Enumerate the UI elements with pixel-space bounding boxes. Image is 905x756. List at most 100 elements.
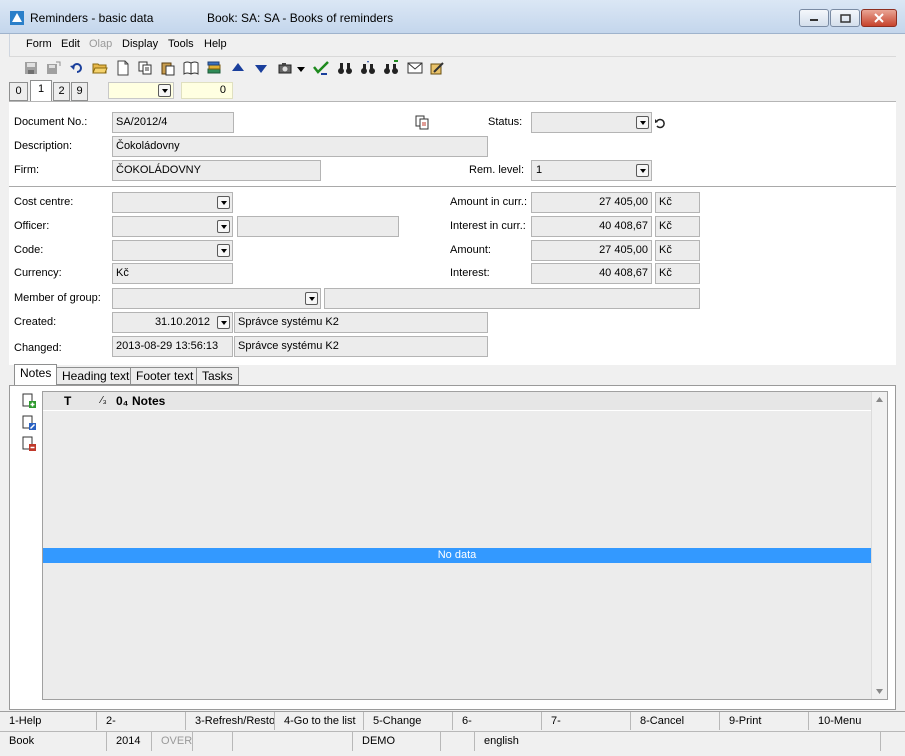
notes-edit-icon[interactable] bbox=[429, 60, 445, 76]
email-icon[interactable] bbox=[407, 60, 423, 76]
status-cell-9 bbox=[881, 732, 905, 751]
column-notes-header[interactable]: Notes bbox=[132, 394, 165, 408]
member-of-group-select[interactable] bbox=[112, 288, 321, 309]
officer-name-field[interactable] bbox=[237, 216, 399, 237]
history-icon[interactable] bbox=[654, 117, 666, 129]
currency-field[interactable]: Kč bbox=[112, 263, 233, 284]
save-as-icon[interactable] bbox=[45, 60, 61, 76]
scroll-down-icon[interactable] bbox=[876, 689, 883, 694]
tab-notes[interactable]: Notes bbox=[14, 364, 58, 386]
created-user-field[interactable]: Správce systému K2 bbox=[234, 312, 488, 333]
tab-page-2[interactable]: 2 bbox=[53, 82, 70, 101]
document-copy-icon[interactable] bbox=[414, 114, 430, 130]
search-replace-icon[interactable] bbox=[383, 60, 399, 76]
tab-page-1[interactable]: 1 bbox=[30, 80, 52, 102]
chevron-down-icon[interactable] bbox=[636, 116, 649, 129]
tab-page-9[interactable]: 9 bbox=[71, 82, 88, 101]
arrow-down-icon[interactable] bbox=[253, 60, 269, 76]
fkey-7[interactable]: 7- bbox=[542, 712, 631, 730]
changed-user-field[interactable]: Správce systému K2 bbox=[234, 336, 488, 357]
menu-olap[interactable]: Olap bbox=[89, 38, 112, 50]
menu-tools[interactable]: Tools bbox=[168, 38, 194, 50]
new-document-icon[interactable] bbox=[115, 60, 131, 76]
officer-select[interactable] bbox=[112, 216, 233, 237]
add-note-icon[interactable] bbox=[21, 393, 37, 409]
code-select[interactable] bbox=[112, 240, 233, 261]
fkey-5[interactable]: 5-Change bbox=[364, 712, 453, 730]
books-stack-icon[interactable] bbox=[206, 60, 222, 76]
tab-page-0[interactable]: 0 bbox=[9, 82, 28, 101]
notes-panel: T ⁄₃ 0₄ Notes No data bbox=[9, 385, 896, 710]
status-cell-5 bbox=[233, 732, 353, 751]
fkey-8[interactable]: 8-Cancel bbox=[631, 712, 720, 730]
menu-edit[interactable]: Edit bbox=[61, 38, 80, 50]
cost-centre-select[interactable] bbox=[112, 192, 233, 213]
chevron-down-icon[interactable] bbox=[217, 220, 230, 233]
chevron-down-icon[interactable] bbox=[217, 196, 230, 209]
fkey-9[interactable]: 9-Print bbox=[720, 712, 809, 730]
amount-currency: Kč bbox=[655, 240, 700, 261]
fkey-1[interactable]: 1-Help bbox=[0, 712, 97, 730]
menu-help[interactable]: Help bbox=[204, 38, 227, 50]
interest-label: Interest: bbox=[450, 267, 490, 279]
search-binoculars-icon[interactable] bbox=[337, 60, 353, 76]
column-type-header[interactable]: T bbox=[64, 394, 71, 408]
close-button[interactable] bbox=[861, 9, 897, 27]
copy-icon[interactable] bbox=[137, 60, 153, 76]
rem-level-select[interactable]: 1 bbox=[531, 160, 652, 181]
changed-label: Changed: bbox=[14, 342, 62, 354]
member-of-group-name-field[interactable] bbox=[324, 288, 700, 309]
save-icon[interactable] bbox=[23, 60, 39, 76]
amount-in-curr-field[interactable]: 27 405,00 bbox=[531, 192, 652, 213]
scroll-up-icon[interactable] bbox=[876, 397, 883, 402]
paste-icon[interactable] bbox=[160, 60, 176, 76]
undo-icon[interactable] bbox=[69, 60, 85, 76]
fkey-2[interactable]: 2- bbox=[97, 712, 186, 730]
page-filter-select[interactable] bbox=[108, 82, 174, 99]
created-date-field[interactable]: 31.10.2012 bbox=[112, 312, 233, 333]
status-database: DEMO bbox=[353, 732, 441, 751]
chevron-down-icon[interactable] bbox=[217, 316, 230, 329]
interest-in-curr-field[interactable]: 40 408,67 bbox=[531, 216, 652, 237]
document-no-field[interactable]: SA/2012/4 bbox=[112, 112, 234, 133]
interest-field[interactable]: 40 408,67 bbox=[531, 263, 652, 284]
amount-field[interactable]: 27 405,00 bbox=[531, 240, 652, 261]
interest-in-curr-currency: Kč bbox=[655, 216, 700, 237]
status-select[interactable] bbox=[531, 112, 652, 133]
maximize-button[interactable] bbox=[830, 9, 860, 27]
column-priority-header[interactable]: 0₄ bbox=[116, 394, 128, 408]
tab-heading-text[interactable]: Heading text bbox=[56, 367, 136, 385]
changed-date-field[interactable]: 2013-08-29 13:56:13 bbox=[112, 336, 233, 357]
status-cell-7 bbox=[441, 732, 475, 751]
fkey-6[interactable]: 6- bbox=[453, 712, 542, 730]
chevron-down-icon[interactable] bbox=[158, 84, 171, 97]
open-folder-icon[interactable] bbox=[92, 60, 108, 76]
menu-display[interactable]: Display bbox=[122, 38, 158, 50]
search-next-icon[interactable] bbox=[360, 60, 376, 76]
chevron-down-icon[interactable] bbox=[636, 164, 649, 177]
fkey-4[interactable]: 4-Go to the list bbox=[275, 712, 364, 730]
firm-field[interactable]: ČOKOLÁDOVNY bbox=[112, 160, 321, 181]
filter-check-icon[interactable] bbox=[313, 60, 329, 76]
column-attachment-header[interactable]: ⁄₃ bbox=[101, 395, 107, 406]
window-title: Reminders - basic data bbox=[30, 11, 154, 25]
arrow-up-icon[interactable] bbox=[230, 60, 246, 76]
fkey-3[interactable]: 3-Refresh/Restor bbox=[186, 712, 275, 730]
app-icon bbox=[10, 11, 24, 25]
fkey-10[interactable]: 10-Menu bbox=[809, 712, 905, 730]
menu-form[interactable]: Form bbox=[26, 38, 52, 50]
tab-tasks[interactable]: Tasks bbox=[196, 367, 239, 385]
maximize-icon bbox=[839, 13, 851, 23]
camera-icon[interactable] bbox=[277, 60, 293, 76]
delete-note-icon[interactable] bbox=[21, 436, 37, 452]
book-icon[interactable] bbox=[183, 60, 199, 76]
title-bar: Reminders - basic data Book: SA: SA - Bo… bbox=[0, 0, 905, 34]
camera-dropdown-icon[interactable] bbox=[297, 67, 305, 72]
chevron-down-icon[interactable] bbox=[305, 292, 318, 305]
chevron-down-icon[interactable] bbox=[217, 244, 230, 257]
edit-note-icon[interactable] bbox=[21, 415, 37, 431]
notes-scrollbar[interactable] bbox=[871, 392, 887, 699]
tab-footer-text[interactable]: Footer text bbox=[130, 367, 200, 385]
description-field[interactable]: Čokoládovny bbox=[112, 136, 488, 157]
minimize-button[interactable] bbox=[799, 9, 829, 27]
